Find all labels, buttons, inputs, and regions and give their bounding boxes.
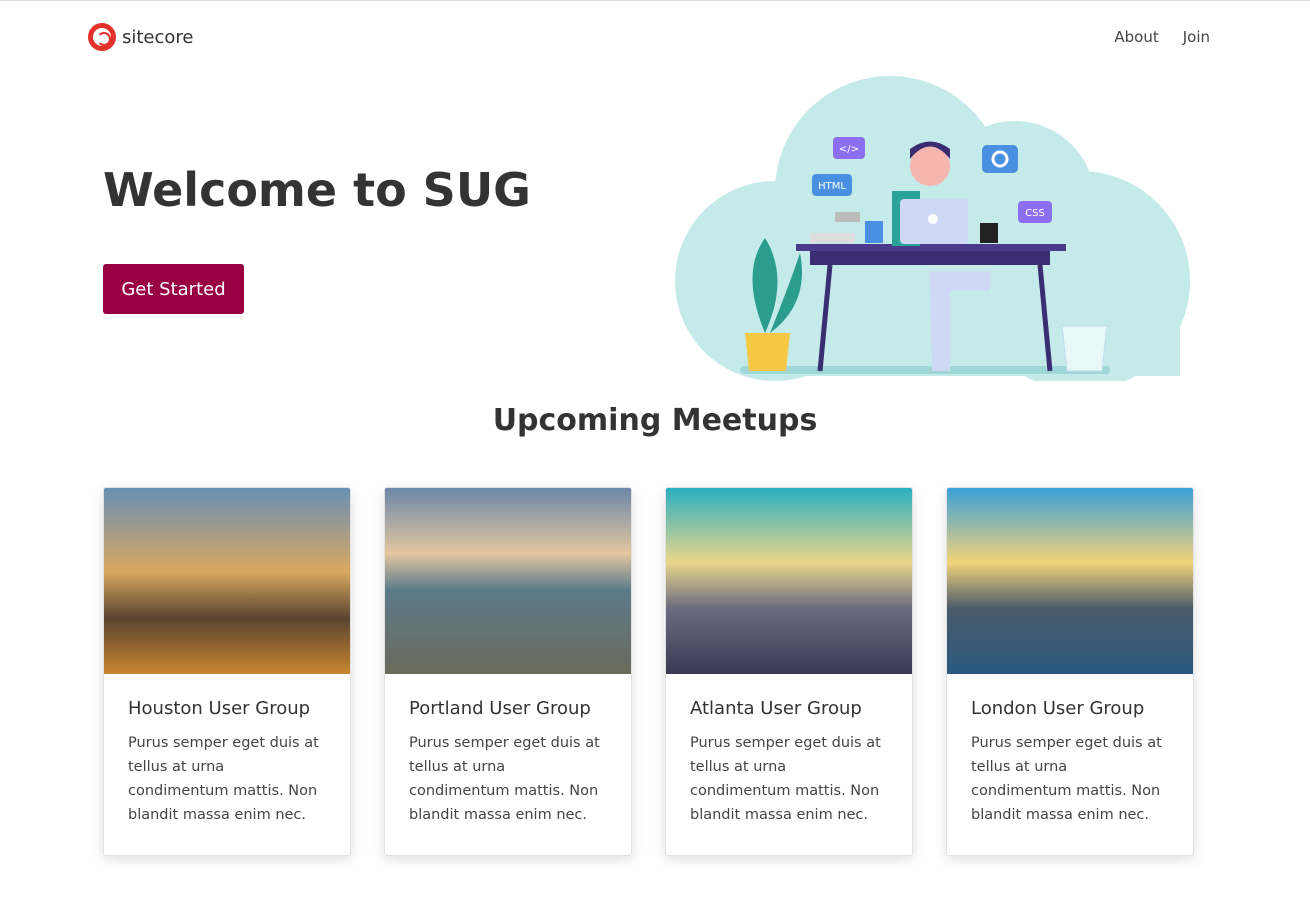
developer-illustration: </> HTML CSS [675, 76, 1190, 381]
css-label: CSS [1025, 208, 1045, 219]
card-title[interactable]: London User Group [971, 698, 1169, 719]
section-title: Upcoming Meetups [492, 403, 818, 438]
html-label: HTML [818, 181, 846, 192]
houston-skyline-image [104, 488, 350, 674]
code-label: </> [839, 144, 859, 155]
hero-title: Welcome to SUG [103, 163, 531, 217]
sitecore-logo-icon [88, 23, 116, 51]
sitecore-logo[interactable]: sitecore [88, 23, 194, 51]
portland-skyline-image [385, 488, 631, 674]
card-text: Purus semper eget duis at tellus at urna… [409, 735, 600, 823]
card-title[interactable]: Atlanta User Group [690, 698, 888, 719]
card-text: Purus semper eget duis at tellus at urna… [971, 735, 1162, 823]
meetup-card-houston[interactable]: Houston User Group Purus semper eget dui… [103, 487, 351, 856]
get-started-button[interactable]: Get Started [103, 264, 244, 314]
london-bridge-image [947, 488, 1193, 674]
meetup-card-atlanta[interactable]: Atlanta User Group Purus semper eget dui… [665, 487, 913, 856]
nav-link-join[interactable]: Join [1183, 28, 1210, 46]
navbar: sitecore About Join [88, 1, 1210, 73]
card-text: Purus semper eget duis at tellus at urna… [128, 735, 319, 823]
gear-icon [982, 145, 1018, 173]
card-text: Purus semper eget duis at tellus at urna… [690, 735, 881, 823]
meetup-card-london[interactable]: London User Group Purus semper eget duis… [946, 487, 1194, 856]
card-title[interactable]: Houston User Group [128, 698, 326, 719]
atlanta-skyline-image [666, 488, 912, 674]
nav-link-about[interactable]: About [1114, 28, 1158, 46]
brand-name: sitecore [122, 26, 194, 48]
card-title[interactable]: Portland User Group [409, 698, 607, 719]
meetup-card-portland[interactable]: Portland User Group Purus semper eget du… [384, 487, 632, 856]
